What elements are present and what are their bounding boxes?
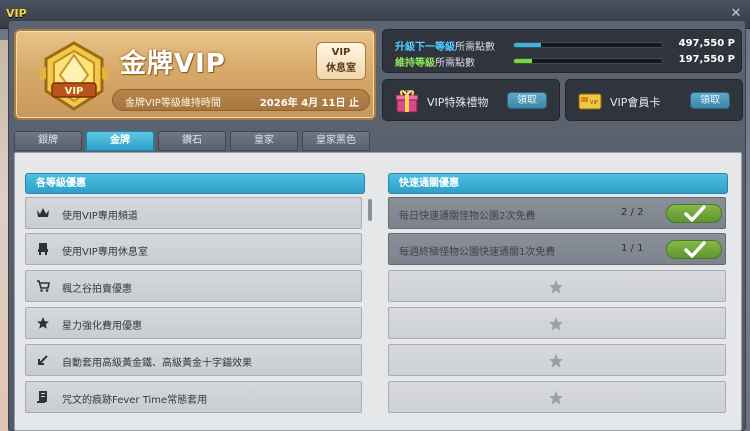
quick-clear-check-button[interactable]	[666, 204, 722, 223]
maintain-progress-row: 維持等級所需點數 197,550 P	[395, 54, 735, 69]
benefit-item: 咒文的痕跡Fever Time常態套用	[25, 381, 362, 413]
benefit-text: 楓之谷拍賣優惠	[62, 284, 132, 295]
benefit-text: 自動套用高級黃金鐵、高級黃金十字錨效果	[62, 358, 252, 369]
quick-clear-text: 每日快速通關怪物公園2次免費	[399, 211, 536, 222]
maintain-label: 金牌VIP等級維持時間	[125, 98, 221, 109]
background-decoration	[0, 40, 8, 431]
window-title: VIP	[6, 7, 27, 20]
upgrade-progress-row: 升級下一等級所需點數 497,550 P	[395, 38, 735, 53]
svg-text:VIP: VIP	[65, 86, 84, 97]
claim-gift-button[interactable]: 領取	[507, 92, 547, 109]
quick-clear-count: 1 / 1	[621, 243, 644, 254]
points-progress-box: 升級下一等級所需點數 497,550 P 維持等級所需點數 197,550 P	[382, 29, 742, 73]
cart-icon	[37, 280, 50, 292]
vip-card-label: VIP會員卡	[610, 96, 661, 109]
tab-royal[interactable]: 皇家	[230, 131, 298, 151]
quick-clear-text: 每週終極怪物公園快速通關1次免費	[399, 247, 556, 258]
claim-card-button[interactable]: 領取	[690, 92, 730, 109]
scroll-icon	[37, 391, 47, 403]
empty-slot	[388, 270, 726, 302]
vip-lounge-button[interactable]: VIP 休息室	[316, 42, 366, 80]
benefit-item: 星力強化費用優惠	[25, 307, 362, 339]
checkmark-icon	[684, 205, 706, 222]
vip-gift-label: VIP特殊禮物	[427, 96, 489, 109]
arrow-icon	[38, 355, 48, 365]
star-icon	[549, 280, 563, 294]
maintain-points-value: 197,550 P	[678, 54, 735, 65]
star-icon	[549, 391, 563, 405]
benefit-item: 使用VIP專用頻道	[25, 197, 362, 229]
chair-icon	[38, 243, 48, 255]
quick-clear-heading: 快速通關優惠	[388, 173, 728, 194]
lounge-button-line2: 休息室	[326, 63, 356, 74]
scrollbar-thumb[interactable]	[368, 199, 372, 221]
empty-slot	[388, 344, 726, 376]
quick-clear-check-button[interactable]	[666, 240, 722, 259]
benefit-text: 使用VIP專用休息室	[62, 247, 148, 258]
maintain-date: 2026年 4月 11日 止	[259, 98, 359, 109]
svg-text:VIP: VIP	[590, 100, 598, 106]
upgrade-label: 升級下一等級所需點數	[395, 42, 495, 53]
maintain-progress-fill	[514, 59, 532, 63]
vip-card-box: VIP VIP會員卡 領取	[565, 79, 743, 121]
card-icon: VIP	[578, 93, 602, 110]
star-icon	[549, 354, 563, 368]
quick-clear-item: 每週終極怪物公園快速通關1次免費 1 / 1	[388, 233, 726, 265]
benefit-item: 自動套用高級黃金鐵、高級黃金十字錨效果	[25, 344, 362, 376]
gold-vip-badge-icon: VIP	[40, 41, 108, 111]
crown-icon	[37, 208, 49, 217]
benefits-content: 各等級優惠 快速通關優惠 使用VIP專用頻道 使用VIP專用休息室 楓之谷拍賣優…	[14, 152, 742, 431]
tab-diamond[interactable]: 鑽石	[158, 131, 226, 151]
star-icon	[549, 317, 563, 331]
svg-text:VIP: VIP	[403, 90, 411, 96]
maintain-progress-bar	[513, 58, 663, 64]
tab-gold[interactable]: 金牌	[86, 131, 154, 151]
tier-title: 金牌VIP	[120, 49, 226, 79]
vip-gift-box: VIP VIP特殊禮物 領取	[382, 79, 560, 121]
upgrade-progress-bar	[513, 42, 663, 48]
benefit-text: 使用VIP專用頻道	[62, 211, 138, 222]
gift-icon: VIP	[395, 90, 419, 113]
tab-silver[interactable]: 銀牌	[14, 131, 82, 151]
quick-clear-item: 每日快速通關怪物公園2次免費 2 / 2	[388, 197, 726, 229]
checkmark-icon	[684, 241, 706, 258]
lounge-button-line1: VIP	[331, 47, 351, 58]
benefit-text: 咒文的痕跡Fever Time常態套用	[62, 395, 208, 406]
tier-card: VIP 金牌VIP VIP 休息室 金牌VIP等級維持時間 2026年 4月 1…	[14, 29, 376, 120]
upgrade-progress-fill	[514, 43, 541, 47]
empty-slot	[388, 307, 726, 339]
maintain-period-bar: 金牌VIP等級維持時間 2026年 4月 11日 止	[112, 89, 370, 111]
tab-royal-black[interactable]: 皇家黑色	[302, 131, 370, 151]
close-icon[interactable]: ✕	[730, 7, 742, 20]
maintain-points-label: 維持等級所需點數	[395, 58, 475, 69]
quick-clear-count: 2 / 2	[621, 207, 644, 218]
benefit-item: 楓之谷拍賣優惠	[25, 270, 362, 302]
upgrade-points-value: 497,550 P	[678, 38, 735, 49]
star-icon	[37, 317, 49, 329]
benefit-item: 使用VIP專用休息室	[25, 233, 362, 265]
benefits-heading: 各等級優惠	[25, 173, 365, 194]
empty-slot	[388, 381, 726, 413]
benefit-text: 星力強化費用優惠	[62, 321, 142, 332]
